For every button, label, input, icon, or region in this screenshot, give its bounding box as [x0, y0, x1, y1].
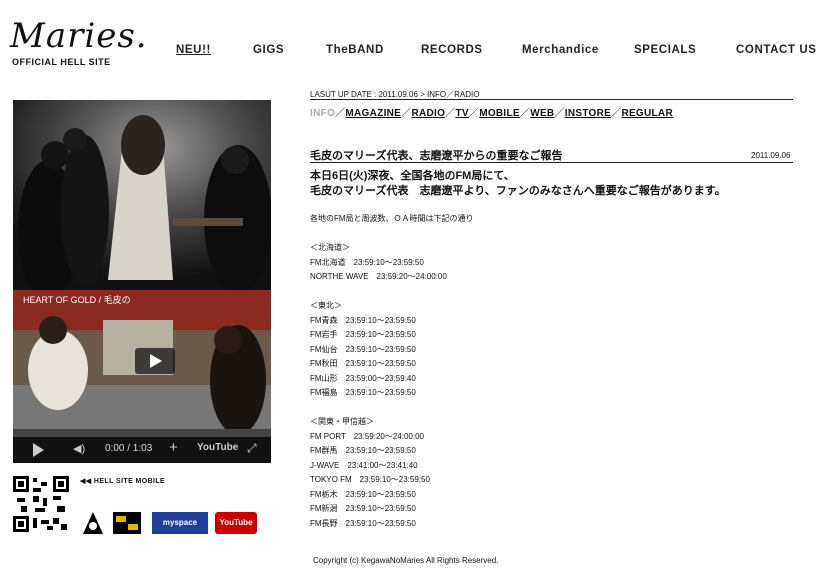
- body-line: FM秋田 23:59:10〜23:59:50: [310, 359, 416, 368]
- main-nav: NEU!! GIGS TheBAND RECORDS Merchandice S…: [176, 44, 816, 60]
- body-line: FM福島 23:59:10〜23:59:50: [310, 388, 416, 397]
- nav-neu[interactable]: NEU!!: [176, 44, 211, 56]
- category-mobile[interactable]: MOBILE: [479, 108, 520, 119]
- body-line: NORTHE WAVE 23:59:20〜24:00:00: [310, 272, 447, 281]
- nav-records[interactable]: RECORDS: [421, 44, 483, 56]
- body-line: ＜北海道＞: [310, 243, 350, 252]
- video-controls: ◀) 0:00 / 1:03 + YouTube ⤢: [13, 437, 271, 463]
- body-line: ＜東北＞: [310, 301, 342, 310]
- nav-specials[interactable]: SPECIALS: [634, 44, 696, 56]
- body-line: FM山形 23:59:00〜23:59:40: [310, 373, 416, 383]
- myspace-badge[interactable]: myspace: [152, 512, 208, 534]
- category-radio[interactable]: RADIO: [411, 108, 445, 119]
- fullscreen-icon[interactable]: ⤢: [247, 441, 257, 456]
- body-line: FM PORT 23:59:20〜24:00:00: [310, 431, 424, 441]
- category-tv[interactable]: TV: [456, 108, 469, 119]
- video-play-button[interactable]: [135, 348, 175, 374]
- lead-line: 本日6日(火)深夜、全国各地のFM局にて、: [310, 170, 515, 182]
- body-line: ＜関東・甲信越＞: [310, 417, 374, 426]
- divider-top: [310, 99, 793, 100]
- body-line: J-WAVE 23:41:00〜23:41:40: [310, 460, 418, 470]
- volume-icon[interactable]: ◀): [73, 442, 85, 455]
- body-line: [310, 401, 474, 416]
- category-regular[interactable]: REGULAR: [621, 108, 673, 119]
- nav-merchandice[interactable]: Merchandice: [522, 44, 599, 56]
- article-date: 2011.09.06: [751, 151, 791, 160]
- category-instore[interactable]: INSTORE: [565, 108, 611, 119]
- lead-line: 毛皮のマリーズ代表 志磨遼平より、ファンのみなさんへ重要なご報告があります。: [310, 185, 726, 197]
- nav-gigs[interactable]: GIGS: [253, 44, 284, 56]
- body-line: [310, 285, 474, 300]
- body-line: FM仙台 23:59:10〜23:59:50: [310, 344, 416, 354]
- band-photo: [13, 100, 271, 290]
- body-line: FM栃木 23:59:10〜23:59:50: [310, 489, 416, 499]
- category-magazine[interactable]: MAGAZINE: [345, 108, 401, 119]
- site-logo[interactable]: Maries. OFFICIAL HELL SITE: [10, 18, 147, 70]
- article-body: 各地のFM局と周波数、ＯＡ時間は下記の通り ＜北海道＞ FM北海道 23:59:…: [310, 212, 474, 531]
- label-logo-icon[interactable]: [83, 512, 103, 534]
- category-current: INFO: [310, 108, 336, 119]
- body-line: FM長野 23:59:10〜23:59:50: [310, 518, 416, 528]
- body-line: FM新潟 23:59:10〜23:59:50: [310, 504, 416, 513]
- article-title: 毛皮のマリーズ代表、志磨遼平からの重要なご報告: [310, 150, 563, 162]
- youtube-logo[interactable]: YouTube: [197, 442, 238, 453]
- category-web[interactable]: WEB: [530, 108, 554, 119]
- body-line: FM岩手 23:59:10〜23:59:50: [310, 330, 416, 339]
- body-line: 各地のFM局と周波数、ＯＡ時間は下記の通り: [310, 214, 474, 223]
- logo-script: Maries.: [10, 16, 148, 56]
- body-line: FM群馬 23:59:10〜23:59:50: [310, 446, 416, 455]
- divider-article: [310, 162, 793, 163]
- youtube-badge[interactable]: YouTube: [215, 512, 257, 534]
- video-title: HEART OF GOLD / 毛皮の: [23, 295, 131, 305]
- logo-subtitle: OFFICIAL HELL SITE: [12, 57, 111, 67]
- video-seek-bar[interactable]: [13, 429, 271, 437]
- play-icon[interactable]: [33, 443, 44, 457]
- body-line: FM北海道 23:59:10〜23:59:50: [310, 257, 424, 267]
- video-player[interactable]: HEART OF GOLD / 毛皮の ◀) 0:00 / 1:03 + You…: [13, 290, 271, 463]
- partner-logo-icon[interactable]: [113, 512, 141, 534]
- body-line: [310, 227, 474, 242]
- hell-site-mobile-link[interactable]: ◀◀ HELL SITE MOBILE: [80, 477, 165, 485]
- plus-icon[interactable]: +: [169, 439, 178, 456]
- body-line: TOKYO FM 23:59:10〜23:59:50: [310, 475, 430, 484]
- footer-copyright: Copyright (c) KegawaNoMaries All Rights …: [313, 556, 499, 565]
- body-line: FM青森 23:59:10〜23:59:50: [310, 315, 416, 325]
- qr-code: [13, 476, 69, 532]
- video-time: 0:00 / 1:03: [105, 443, 153, 454]
- nav-theband[interactable]: TheBAND: [326, 44, 384, 56]
- nav-contact-us[interactable]: CONTACT US: [736, 44, 817, 56]
- category-nav: INFO／MAGAZINE／RADIO／TV／MOBILE／WEB／INSTOR…: [310, 108, 673, 119]
- article-lead: 本日6日(火)深夜、全国各地のFM局にて、 毛皮のマリーズ代表 志磨遼平より、フ…: [310, 169, 726, 199]
